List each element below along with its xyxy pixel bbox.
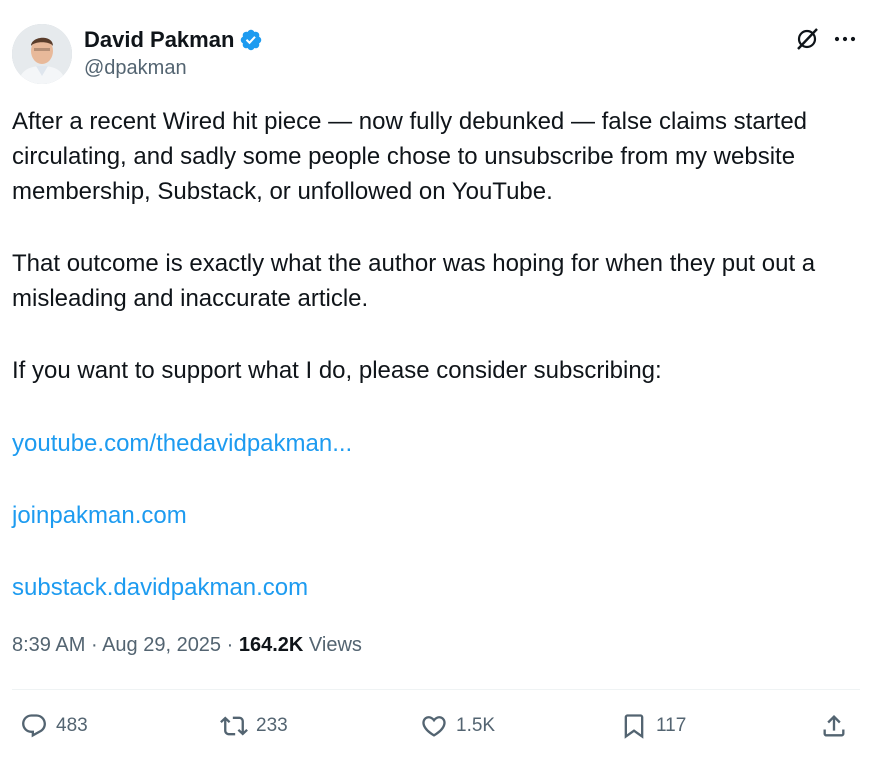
divider [12, 689, 860, 690]
like-count: 1.5K [456, 715, 496, 736]
share-button[interactable] [820, 706, 856, 746]
action-bar: 483 233 1.5K 117 [12, 706, 860, 746]
substack-link[interactable]: substack.davidpakman.com [12, 574, 308, 602]
reply-icon [22, 714, 46, 738]
meta-separator: · [221, 634, 239, 656]
share-icon [823, 715, 845, 737]
post-time[interactable]: 8:39 AM [12, 634, 85, 656]
header-actions [792, 24, 860, 54]
like-button[interactable]: 1.5K [420, 706, 495, 746]
grok-icon[interactable] [792, 24, 822, 54]
repost-button[interactable]: 233 [220, 706, 288, 746]
bookmark-icon [624, 714, 644, 739]
author-name[interactable]: David Pakman [84, 27, 234, 53]
post-paragraph: After a recent Wired hit piece — now ful… [12, 108, 808, 205]
post-meta: 8:39 AM · Aug 29, 2025 · 164.2K Views [12, 634, 362, 657]
bookmark-button[interactable]: 117 [620, 706, 686, 746]
author-name-row: David Pakman [84, 26, 263, 54]
author-handle[interactable]: @dpakman [84, 57, 187, 80]
joinpakman-link[interactable]: joinpakman.com [12, 502, 187, 530]
repost-count: 233 [256, 715, 288, 736]
more-icon[interactable] [830, 24, 860, 54]
post-date[interactable]: Aug 29, 2025 [102, 634, 221, 656]
reply-count: 483 [56, 715, 88, 736]
views-count: 164.2K [238, 634, 304, 656]
views-label: Views [303, 634, 362, 656]
meta-separator: · [85, 634, 103, 656]
post-paragraph: That outcome is exactly what the author … [12, 250, 816, 312]
post-text: After a recent Wired hit piece — now ful… [12, 104, 860, 388]
verified-badge-icon [239, 28, 263, 52]
like-icon [422, 716, 446, 737]
avatar-image [12, 24, 72, 84]
youtube-link[interactable]: youtube.com/thedavidpakman... [12, 430, 352, 458]
bookmark-count: 117 [656, 715, 687, 736]
post-paragraph: If you want to support what I do, please… [12, 357, 662, 384]
repost-icon [220, 716, 248, 736]
reply-button[interactable]: 483 [20, 706, 88, 746]
avatar[interactable] [12, 24, 72, 84]
